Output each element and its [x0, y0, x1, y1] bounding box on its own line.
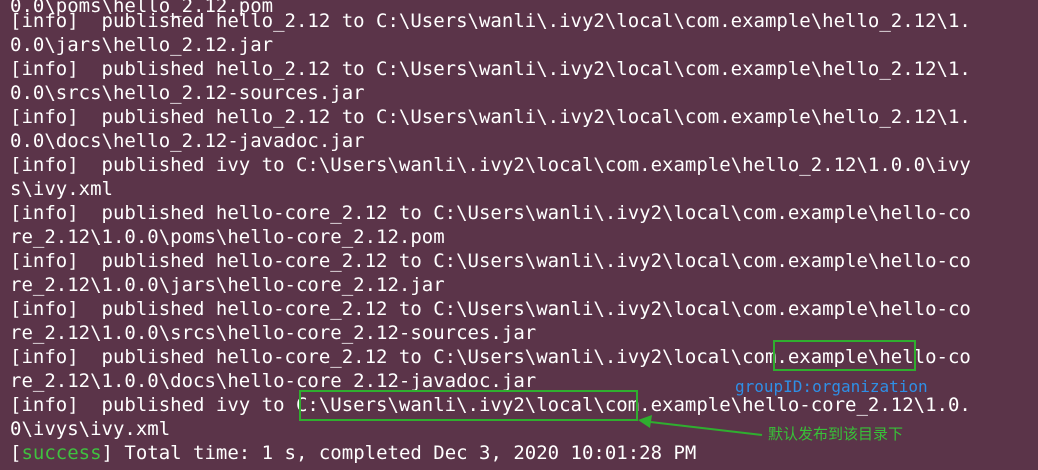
- success-line: [success] Total time: 1 s, completed Dec…: [10, 441, 696, 465]
- log-line: s\ivy.xml: [10, 178, 113, 200]
- log-line: [info] published hello_2.12 to C:\Users\…: [10, 58, 971, 80]
- log-line: 0.0\srcs\hello_2.12-sources.jar: [10, 82, 365, 104]
- arrow-shaft: [641, 420, 763, 436]
- log-line: re_2.12\1.0.0\jars\hello-core_2.12.jar: [10, 274, 445, 296]
- log-line: 0.0\jars\hello_2.12.jar: [10, 34, 274, 56]
- log-line: 0.0\docs\hello_2.12-javadoc.jar: [10, 130, 365, 152]
- bracket-open: [: [10, 442, 22, 464]
- log-line: re_2.12\1.0.0\srcs\hello-core_2.12-sourc…: [10, 322, 537, 344]
- log-line: [info] published hello-core_2.12 to C:\U…: [10, 202, 971, 224]
- log-line: [info] published hello-core_2.12 to C:\U…: [10, 298, 971, 320]
- groupid-annotation: groupID:organization: [735, 377, 928, 396]
- log-line: re_2.12\1.0.0\poms\hello-core_2.12.pom: [10, 226, 445, 248]
- log-line: [info] published hello_2.12 to C:\Users\…: [10, 106, 971, 128]
- log-line: 0\ivys\ivy.xml: [10, 418, 171, 440]
- log-line: [info] published hello_2.12 to C:\Users\…: [10, 10, 971, 32]
- success-tag: success: [21, 442, 102, 464]
- log-line: [info] published ivy to C:\Users\wanli\.…: [10, 154, 971, 176]
- log-line: [info] published hello-core_2.12 to C:\U…: [10, 250, 971, 272]
- terminal-window[interactable]: 0.0\poms\hello_2.12.pom [info] published…: [0, 0, 1038, 470]
- success-message: ] Total time: 1 s, completed Dec 3, 2020…: [101, 442, 697, 464]
- groupid-highlight-box: [773, 340, 916, 371]
- local-path-highlight-box: [299, 390, 638, 421]
- default-dir-annotation: 默认发布到该目录下: [768, 425, 904, 443]
